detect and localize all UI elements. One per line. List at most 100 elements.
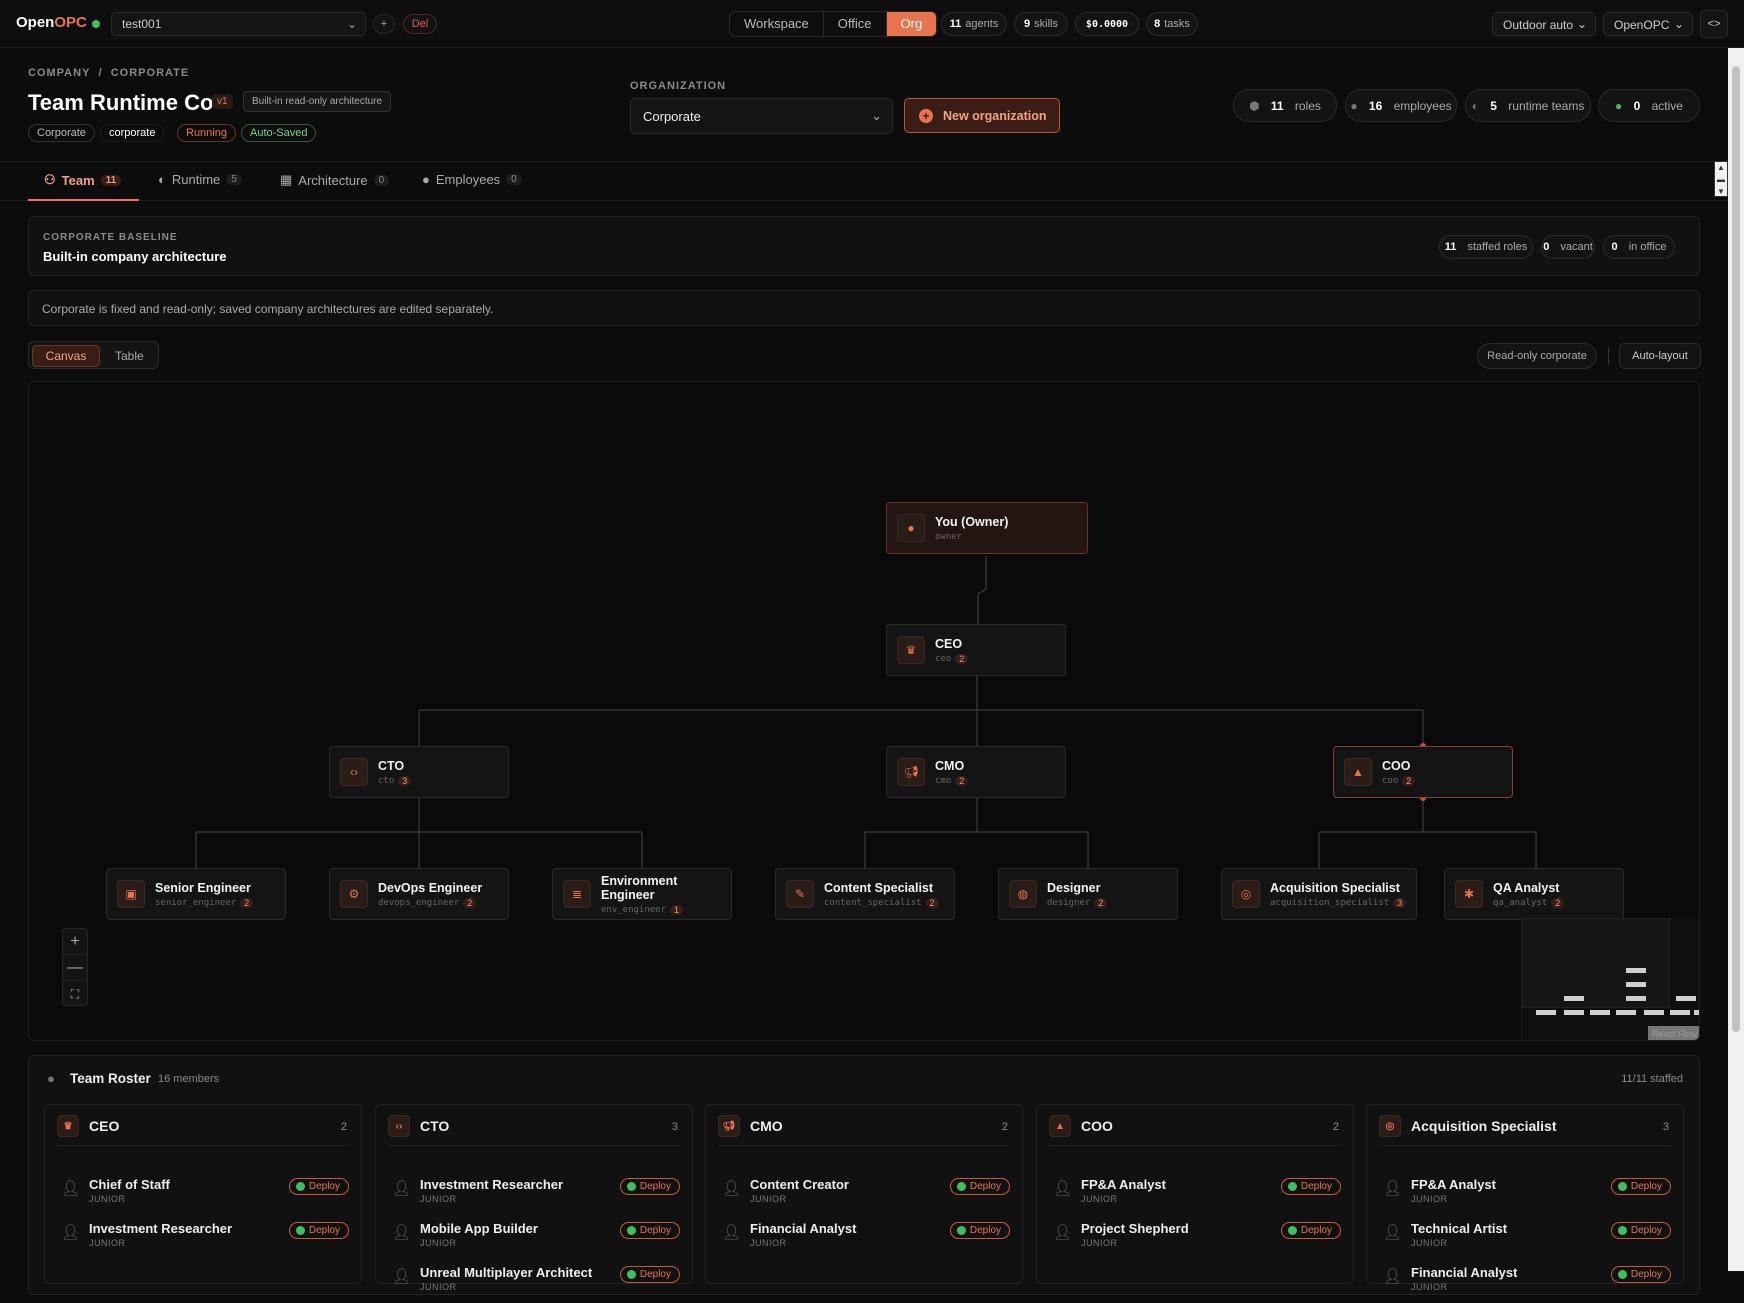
readonly-notice: Corporate is fixed and read-only; saved …: [28, 290, 1700, 326]
roster-member[interactable]: 👤︎ Unreal Multiplayer Architect JUNIOR Depl…: [388, 1259, 680, 1303]
fit-view-button[interactable]: ⛶: [63, 981, 87, 1007]
deploy-button[interactable]: Deploy: [619, 1178, 680, 1195]
chevron-down-icon: ⌄: [346, 17, 357, 31]
node-environment-engineer[interactable]: ≣ Environment Engineer env_engineer 1: [552, 868, 732, 920]
user-icon: 👤︎: [61, 1224, 81, 1241]
target-icon: ◎: [1232, 880, 1260, 908]
outdoor-select[interactable]: Outdoor auto ⌄: [1492, 12, 1596, 36]
roster-member[interactable]: 👤︎ FP&A Analyst JUNIOR Deploy: [1049, 1171, 1341, 1215]
node-coo[interactable]: ▲ COO coo 2: [1333, 746, 1513, 798]
tag-autosaved: Auto-Saved: [241, 124, 317, 142]
tab-architecture[interactable]: ▦ Architecture 0: [280, 172, 390, 188]
organization-select[interactable]: Corporate ⌄: [630, 98, 893, 134]
active-tab-indicator: [28, 199, 139, 201]
user-icon: 👤︎: [722, 1224, 742, 1241]
deploy-button[interactable]: Deploy: [949, 1178, 1010, 1195]
user-icon: 👤︎: [1383, 1224, 1403, 1241]
add-workspace-button[interactable]: +: [373, 14, 395, 34]
deploy-button[interactable]: Deploy: [1610, 1222, 1671, 1239]
node-designer[interactable]: ◍ Designer designer 2: [998, 868, 1178, 920]
deploy-button[interactable]: Deploy: [1610, 1266, 1671, 1283]
org-label: ORGANIZATION: [630, 80, 727, 92]
new-organization-button[interactable]: + New organization: [904, 98, 1060, 133]
roster-member[interactable]: 👤︎ Investment Researcher JUNIOR Deploy: [388, 1171, 680, 1215]
deploy-button[interactable]: Deploy: [288, 1178, 349, 1195]
deploy-button[interactable]: Deploy: [1610, 1178, 1671, 1195]
roster-member[interactable]: 👤︎ Financial Analyst JUNIOR Deploy: [718, 1215, 1010, 1259]
node-content-specialist[interactable]: ✎ Content Specialist content_specialist 2: [775, 868, 955, 920]
roster-member[interactable]: 👤︎ FP&A Analyst JUNIOR Deploy: [1379, 1171, 1671, 1215]
mode-office[interactable]: Office: [824, 12, 887, 36]
version-badge: v1: [212, 94, 233, 109]
tabs-scroll-control[interactable]: ▲ ▬ ▼: [1714, 161, 1728, 197]
active-dot-icon: ●: [1615, 98, 1623, 113]
delete-workspace-button[interactable]: Del: [403, 14, 437, 34]
app-logo[interactable]: OpenOPC: [16, 14, 87, 31]
roster-member[interactable]: 👤︎ Mobile App Builder JUNIOR Deploy: [388, 1215, 680, 1259]
collapse-panel-button[interactable]: <>: [1700, 10, 1728, 38]
user-icon: ●: [1350, 98, 1358, 113]
node-owner[interactable]: ● You (Owner) owner: [886, 502, 1088, 554]
plus-icon: +: [919, 108, 933, 123]
mode-workspace[interactable]: Workspace: [730, 12, 824, 36]
tab-runtime[interactable]: ◐ Runtime 5: [158, 172, 242, 187]
deploy-button[interactable]: Deploy: [619, 1222, 680, 1239]
breadcrumb: COMPANY / CORPORATE: [28, 67, 190, 79]
workspace-select[interactable]: test001 ⌄: [111, 12, 366, 36]
roster-member[interactable]: 👤︎ Technical Artist JUNIOR Deploy: [1379, 1215, 1671, 1259]
roster-column-ceo: ♛ CEO 2 👤︎ Chief of Staff JUNIOR Deploy 👤︎ Inv…: [44, 1104, 362, 1284]
deploy-button[interactable]: Deploy: [288, 1222, 349, 1239]
roster-member[interactable]: 👤︎ Chief of Staff JUNIOR Deploy: [57, 1171, 349, 1215]
active-counter: ● 0 active: [1598, 89, 1700, 122]
zoom-out-button[interactable]: —: [63, 955, 87, 981]
mode-org[interactable]: Org: [886, 12, 937, 36]
tag-corporate: Corporate: [28, 124, 95, 142]
palette-icon: ◍: [1009, 880, 1037, 908]
org-edges: [195, 556, 1537, 868]
view-canvas-button[interactable]: Canvas: [32, 345, 100, 367]
node-senior-engineer[interactable]: ▣ Senior Engineer senior_engineer 2: [106, 868, 286, 920]
deploy-button[interactable]: Deploy: [949, 1222, 1010, 1239]
crown-icon: ♛: [57, 1115, 79, 1137]
page-scrollbar[interactable]: [1728, 48, 1744, 1271]
tag-running: Running: [177, 124, 236, 142]
deploy-button[interactable]: Deploy: [1280, 1222, 1341, 1239]
roster-title: Team Roster: [70, 1071, 151, 1086]
roster-staffed: 11/11 staffed: [1621, 1073, 1683, 1085]
roster-member[interactable]: 👤︎ Content Creator JUNIOR Deploy: [718, 1171, 1010, 1215]
divider: [1608, 347, 1609, 365]
view-table-button[interactable]: Table: [115, 349, 144, 363]
code-icon: ‹›: [388, 1115, 410, 1137]
user-icon: 👤︎: [392, 1268, 412, 1285]
node-cmo[interactable]: 📢︎ CMO cmo 2: [886, 746, 1066, 798]
user-icon: 👤︎: [61, 1180, 81, 1197]
node-acquisition-specialist[interactable]: ◎ Acquisition Specialist acquisition_speci…: [1221, 868, 1417, 920]
target-icon: ◎: [1379, 1115, 1401, 1137]
provider-select[interactable]: OpenOPC ⌄: [1603, 12, 1693, 36]
minimap[interactable]: React Flow: [1521, 918, 1699, 1040]
node-devops-engineer[interactable]: ⚙ DevOps Engineer devops_engineer 2: [329, 868, 509, 920]
user-icon: 👤︎: [722, 1180, 742, 1197]
auto-layout-button[interactable]: Auto-layout: [1619, 343, 1701, 369]
staffed-roles-stat: 11 staffed roles: [1439, 235, 1533, 259]
gear-icon: ⚙: [340, 880, 368, 908]
megaphone-icon: 📢︎: [718, 1115, 740, 1137]
node-ceo[interactable]: ♛ CEO ceo 2: [886, 624, 1066, 676]
tab-team[interactable]: ⚇ Team 11: [44, 172, 122, 188]
tab-employees[interactable]: ● Employees 0: [422, 172, 522, 187]
roster-member[interactable]: 👤︎ Project Shepherd JUNIOR Deploy: [1049, 1215, 1341, 1259]
zoom-in-button[interactable]: +: [63, 929, 87, 955]
deploy-button[interactable]: Deploy: [619, 1266, 680, 1283]
page-scrollbar-thumb[interactable]: [1732, 66, 1740, 1032]
node-qa-analyst[interactable]: ✱ QA Analyst qa_analyst 2: [1444, 868, 1624, 920]
minimap-attribution: React Flow: [1647, 1026, 1699, 1040]
minimap-nodes: [1536, 968, 1699, 1015]
deploy-button[interactable]: Deploy: [1280, 1178, 1341, 1195]
tag-slug: corporate: [100, 124, 165, 142]
megaphone-icon: 📢︎: [897, 758, 925, 786]
node-cto[interactable]: ‹› CTO cto 3: [329, 746, 509, 798]
roster-member[interactable]: 👤︎ Investment Researcher JUNIOR Deploy: [57, 1215, 349, 1259]
roster-member[interactable]: 👤︎ Financial Analyst JUNIOR Deploy: [1379, 1259, 1671, 1303]
vacant-stat: 0 vacant: [1541, 235, 1595, 259]
org-canvas[interactable]: ● You (Owner) owner ♛ CEO ceo 2 ‹› CTO cto 3 📢︎ C…: [28, 381, 1700, 1041]
